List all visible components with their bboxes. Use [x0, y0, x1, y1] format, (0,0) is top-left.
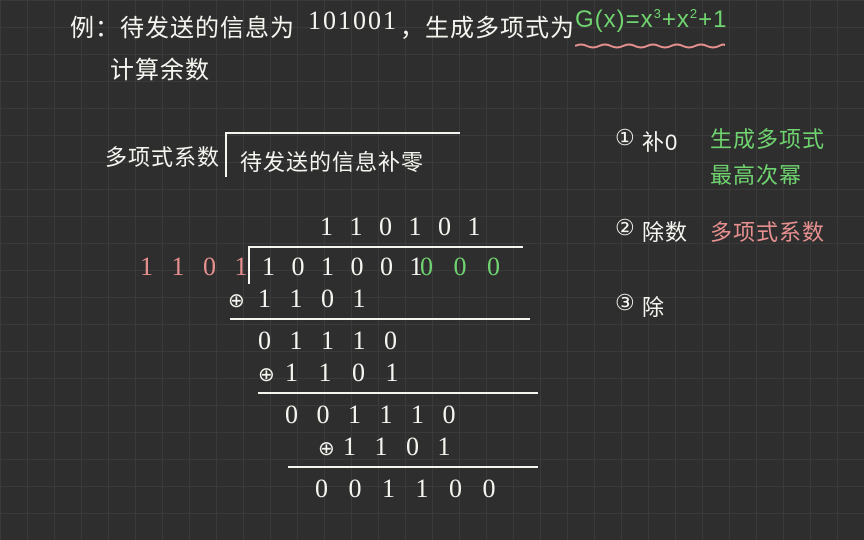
row1-xor: 1 1 0 1 [258, 284, 372, 314]
row2-xor: 1 1 0 1 [285, 358, 406, 388]
step3-label: 除 [642, 290, 665, 322]
hr-1 [230, 318, 530, 320]
step1-label: 补0 [642, 125, 678, 157]
title-bits: 101001 [308, 6, 398, 36]
title-part1: 例：待发送的信息为 [70, 8, 295, 43]
div-label-right: 待发送的信息补零 [240, 145, 424, 177]
step3-num: ③ [615, 290, 636, 316]
division-bar-top [248, 246, 523, 248]
blackboard-content: 例：待发送的信息为 101001 ，生成多项式为 G(x)=x3+x2+1 计算… [0, 0, 864, 540]
row2-res: 0 1 1 1 0 [258, 326, 403, 356]
xor-symbol-3: ⊕ [318, 436, 336, 461]
schematic-bracket-top [225, 132, 460, 134]
step1-note-a: 生成多项式 [710, 122, 825, 154]
row3-res: 0 0 1 1 1 0 [285, 400, 462, 430]
schematic-bracket-vert [225, 132, 227, 177]
div-label-left: 多项式系数 [105, 140, 220, 172]
gx-exp1: 3 [654, 6, 662, 21]
row3-xor: 1 1 0 1 [343, 432, 457, 462]
xor-symbol-2: ⊕ [258, 362, 276, 387]
hr-3 [288, 466, 538, 468]
quotient: 1 1 0 1 0 1 [320, 212, 486, 242]
gx-exp2: 2 [690, 6, 698, 21]
gx-mid: +x [662, 6, 690, 33]
step1-note-b: 最高次幂 [710, 158, 802, 190]
step1-num: ① [615, 125, 636, 151]
gx-end: +1 [698, 6, 727, 33]
step2-note: 多项式系数 [710, 215, 825, 247]
dividend-pad: 0 0 0 [420, 252, 507, 282]
gx-formula: G(x)=x3+x2+1 [575, 6, 728, 34]
subtitle: 计算余数 [110, 50, 210, 85]
dividend-main: 1 0 1 0 0 1 [262, 252, 428, 282]
title-part2: ，生成多项式为 [400, 8, 575, 43]
gx-underline-squiggle [575, 36, 725, 42]
hr-2 [258, 392, 538, 394]
step2-num: ② [615, 215, 636, 241]
xor-symbol-1: ⊕ [228, 288, 246, 313]
gx-label: G(x)=x [575, 6, 654, 33]
row4-res: 0 0 1 1 0 0 [315, 474, 503, 504]
step2-label: 除数 [642, 215, 688, 247]
divisor: 1 1 0 1 [140, 252, 254, 282]
